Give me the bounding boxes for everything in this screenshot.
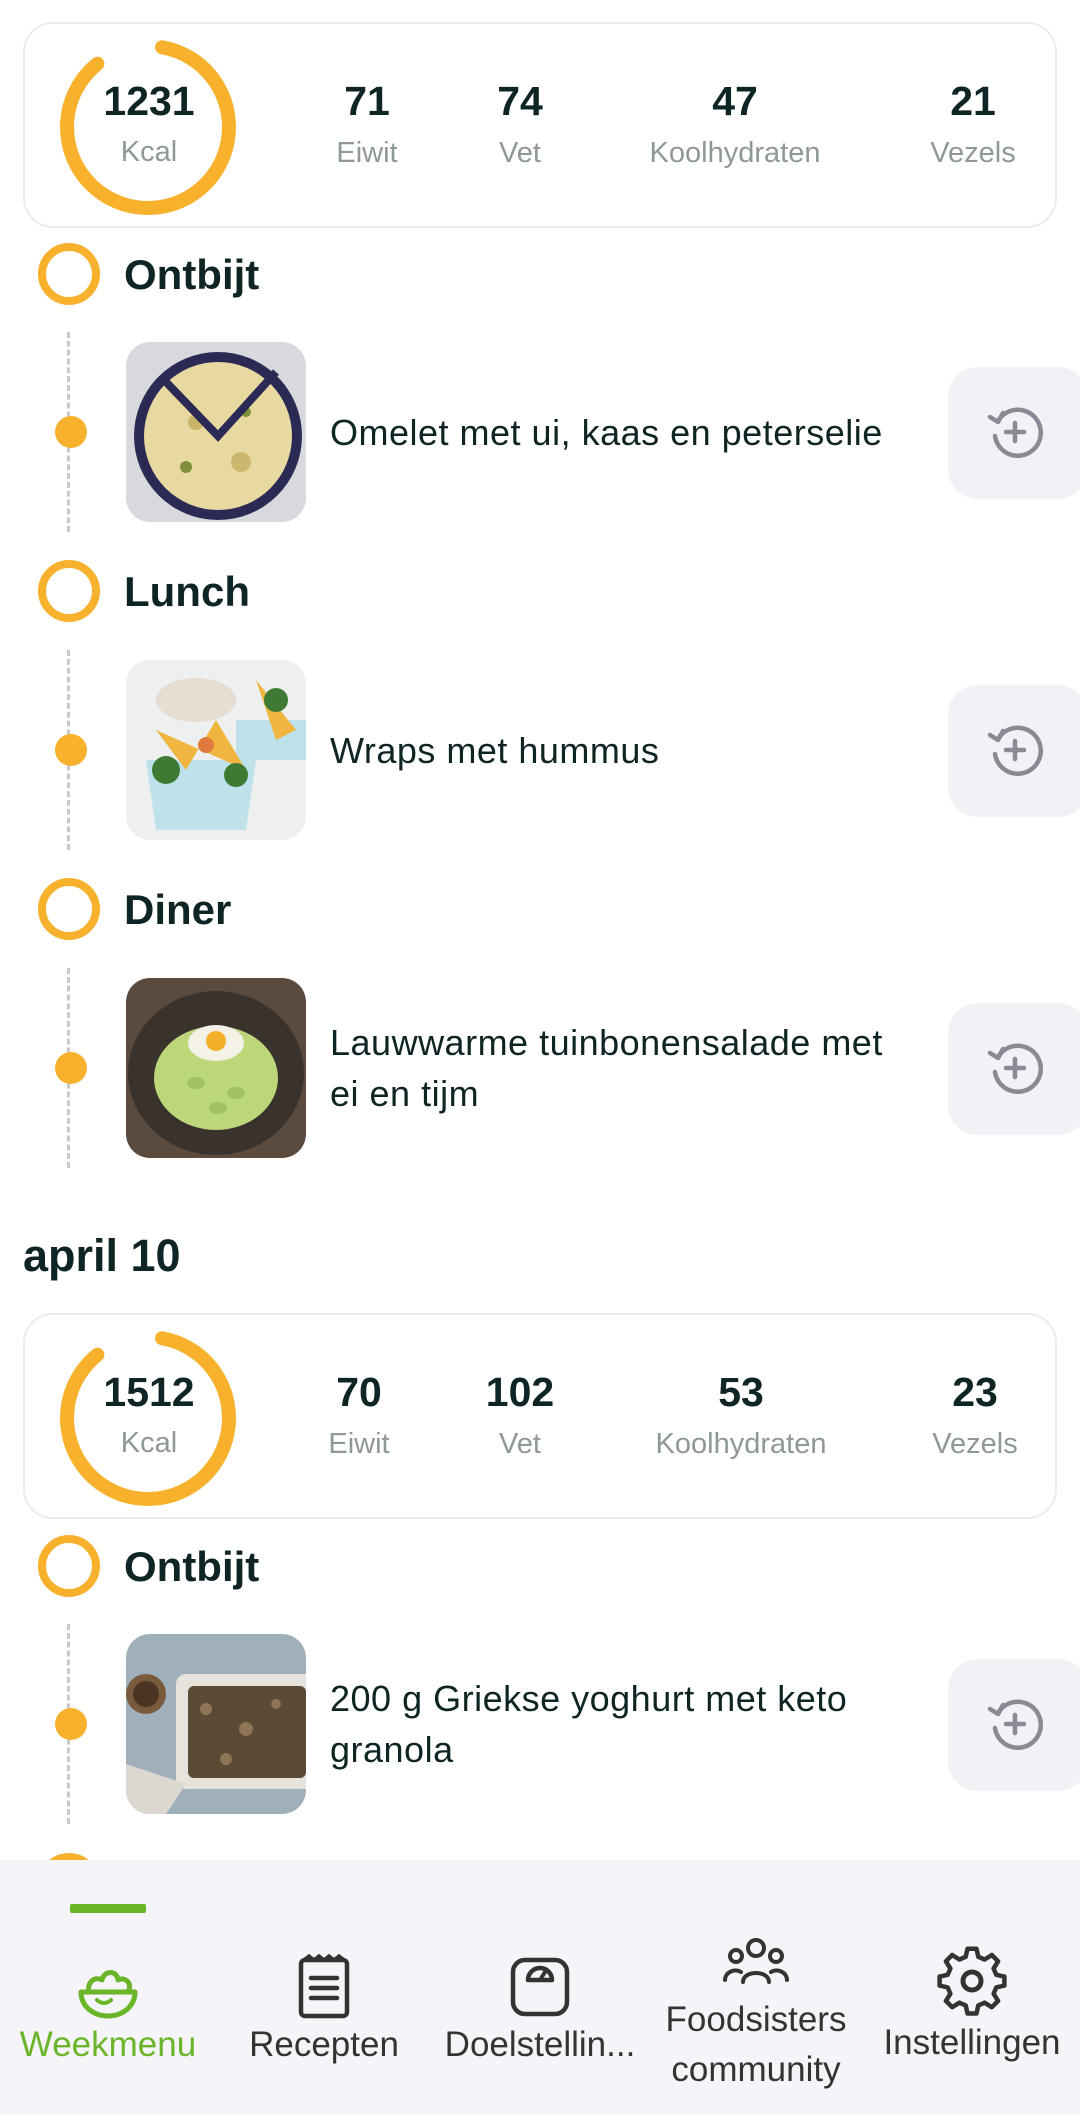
recipe-image[interactable] xyxy=(126,978,306,1158)
kcal-value: 1512 xyxy=(103,1369,195,1415)
swap-button[interactable] xyxy=(948,685,1080,817)
recipe-list-icon xyxy=(298,1954,350,2019)
swap-button[interactable] xyxy=(948,1003,1080,1135)
day-summary-card: 1231 Kcal 71 Eiwit 74 Vet 47 Koolhydrate… xyxy=(23,22,1057,228)
recipe-image[interactable] xyxy=(126,660,306,840)
swap-button[interactable] xyxy=(948,367,1080,499)
gear-icon xyxy=(937,1946,1007,2016)
timeline-dot xyxy=(55,416,87,448)
koolhydraten-label: Koolhydraten xyxy=(649,137,821,169)
scale-icon xyxy=(510,1957,570,2017)
swap-recipe-icon xyxy=(987,407,1043,458)
nav-foodsisters-community[interactable]: Foodsisters community xyxy=(648,1860,864,2115)
vet-value: 102 xyxy=(485,1369,555,1415)
macro-vezels: 23 Vezels xyxy=(860,1369,1080,1461)
recipe-title[interactable]: Wraps met hummus xyxy=(330,650,920,850)
meal-item[interactable]: 200 g Griekse yoghurt met keto granola xyxy=(0,1624,1080,1824)
nav-instellingen[interactable]: Instellingen xyxy=(864,1860,1080,2115)
vezels-label: Vezels xyxy=(930,137,1016,169)
swap-recipe-icon xyxy=(987,1043,1043,1094)
koolhydraten-value: 47 xyxy=(712,78,758,124)
meal-title: Ontbijt xyxy=(124,1543,260,1590)
meal-plan-content[interactable]: 1231 Kcal 71 Eiwit 74 Vet 47 Koolhydrate… xyxy=(0,0,1080,1860)
vet-label: Vet xyxy=(499,1428,541,1460)
swap-button[interactable] xyxy=(948,1659,1080,1791)
vet-label: Vet xyxy=(499,137,541,169)
meal-circle-icon xyxy=(38,243,100,305)
nav-label: Instellingen xyxy=(883,2023,1061,2062)
macro-vet: 102 Vet xyxy=(405,1369,635,1461)
koolhydraten-value: 53 xyxy=(718,1369,764,1415)
kcal-ring xyxy=(60,1330,236,1506)
salad-bowl-icon xyxy=(78,1970,138,2019)
macro-koolhydraten: 53 Koolhydraten xyxy=(626,1369,856,1461)
macro-vet: 74 Vet xyxy=(405,78,635,170)
koolhydraten-label: Koolhydraten xyxy=(655,1428,827,1460)
meal-header-diner: Diner xyxy=(38,878,638,940)
day-summary-card: 1512 Kcal 70 Eiwit 102 Vet 53 Koolhydrat… xyxy=(23,1313,1057,1519)
community-icon xyxy=(723,1938,789,1984)
meal-title: Diner xyxy=(124,886,232,933)
meal-title: Ontbijt xyxy=(124,251,260,298)
meal-item[interactable]: Omelet met ui, kaas en peterselie xyxy=(0,332,1080,532)
meal-item[interactable]: Wraps met hummus xyxy=(0,650,1080,850)
kcal-value: 1231 xyxy=(103,78,195,124)
recipe-image[interactable] xyxy=(126,342,306,522)
meal-title: Lunch xyxy=(124,568,250,615)
macro-koolhydraten: 47 Koolhydraten xyxy=(620,78,850,170)
kcal-label: Kcal xyxy=(120,1427,178,1459)
meal-header-lunch: Lunch xyxy=(38,560,638,622)
bottom-navigation: Weekmenu Recepten Doelstellin... Foodsis… xyxy=(0,1860,1080,2115)
meal-circle-icon xyxy=(38,878,100,940)
date-heading: april 10 xyxy=(23,1230,181,1281)
vezels-value: 23 xyxy=(952,1369,998,1415)
recipe-title[interactable]: Lauwwarme tuinbonensalade met ei en tijm xyxy=(330,968,920,1168)
timeline-dot xyxy=(55,734,87,766)
meal-item[interactable]: Lauwwarme tuinbonensalade met ei en tijm xyxy=(0,968,1080,1168)
active-tab-indicator xyxy=(70,1904,146,1913)
timeline-dot xyxy=(55,1708,87,1740)
vezels-label: Vezels xyxy=(932,1428,1018,1460)
nav-label: Recepten xyxy=(249,2025,399,2064)
meal-circle-icon xyxy=(38,1535,100,1597)
recipe-image[interactable] xyxy=(126,1634,306,1814)
nav-label: Weekmenu xyxy=(19,2025,197,2064)
swap-recipe-icon xyxy=(987,1699,1043,1750)
nav-weekmenu[interactable]: Weekmenu xyxy=(0,1860,216,2115)
macro-vezels: 21 Vezels xyxy=(858,78,1080,170)
kcal-label: Kcal xyxy=(120,136,178,168)
nav-label: Doelstellin... xyxy=(444,2025,636,2064)
kcal-ring xyxy=(60,39,236,215)
nav-doelstellingen[interactable]: Doelstellin... xyxy=(432,1860,648,2115)
timeline-dot xyxy=(55,1052,87,1084)
vezels-value: 21 xyxy=(950,78,996,124)
meal-header-ontbijt: Ontbijt xyxy=(38,243,638,305)
swap-recipe-icon xyxy=(987,725,1043,776)
recipe-title[interactable]: 200 g Griekse yoghurt met keto granola xyxy=(330,1624,920,1824)
meal-circle-icon xyxy=(38,560,100,622)
nav-label: Foodsisters community xyxy=(665,2000,847,2089)
recipe-title[interactable]: Omelet met ui, kaas en peterselie xyxy=(330,332,920,532)
nav-recepten[interactable]: Recepten xyxy=(216,1860,432,2115)
vet-value: 74 xyxy=(497,78,543,124)
meal-circle-icon xyxy=(38,1853,100,1860)
meal-header-ontbijt: Ontbijt xyxy=(38,1535,638,1597)
